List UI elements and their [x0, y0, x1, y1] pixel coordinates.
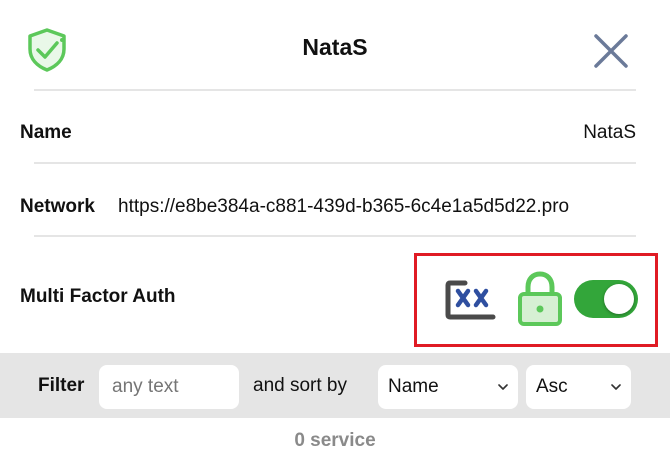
- sort-field-select[interactable]: Name: [378, 365, 518, 409]
- filter-label: Filter: [38, 375, 85, 396]
- header: NataS: [0, 0, 670, 90]
- mfa-label: Multi Factor Auth: [20, 286, 176, 307]
- divider: [34, 89, 636, 91]
- xx-icon: [445, 280, 496, 320]
- sort-field-value: Name: [388, 376, 439, 397]
- network-label: Network: [20, 196, 95, 217]
- sort-label: and sort by: [253, 375, 347, 396]
- sort-order-value: Asc: [536, 376, 568, 397]
- name-label: Name: [20, 122, 72, 143]
- filter-bar: Filter and sort by Name Asc: [0, 353, 670, 418]
- chevron-down-icon: [498, 384, 508, 390]
- lock-icon: [518, 271, 562, 326]
- sort-order-select[interactable]: Asc: [526, 365, 631, 409]
- close-icon: [594, 34, 628, 68]
- service-count: 0 service: [294, 430, 376, 451]
- name-value: NataS: [583, 122, 636, 143]
- toggle-knob: [604, 284, 634, 314]
- mfa-toggle[interactable]: [574, 280, 638, 318]
- network-value: https://e8be384a-c881-439d-b365-6c4e1a5d…: [118, 196, 570, 217]
- divider: [34, 235, 636, 237]
- mfa-settings-page: NataS Name NataS Network https://e8be384…: [0, 0, 670, 469]
- page-title: NataS: [302, 34, 368, 60]
- chevron-down-icon: [611, 384, 621, 390]
- divider: [34, 162, 636, 164]
- close-button[interactable]: [588, 28, 634, 74]
- filter-input[interactable]: [99, 365, 239, 409]
